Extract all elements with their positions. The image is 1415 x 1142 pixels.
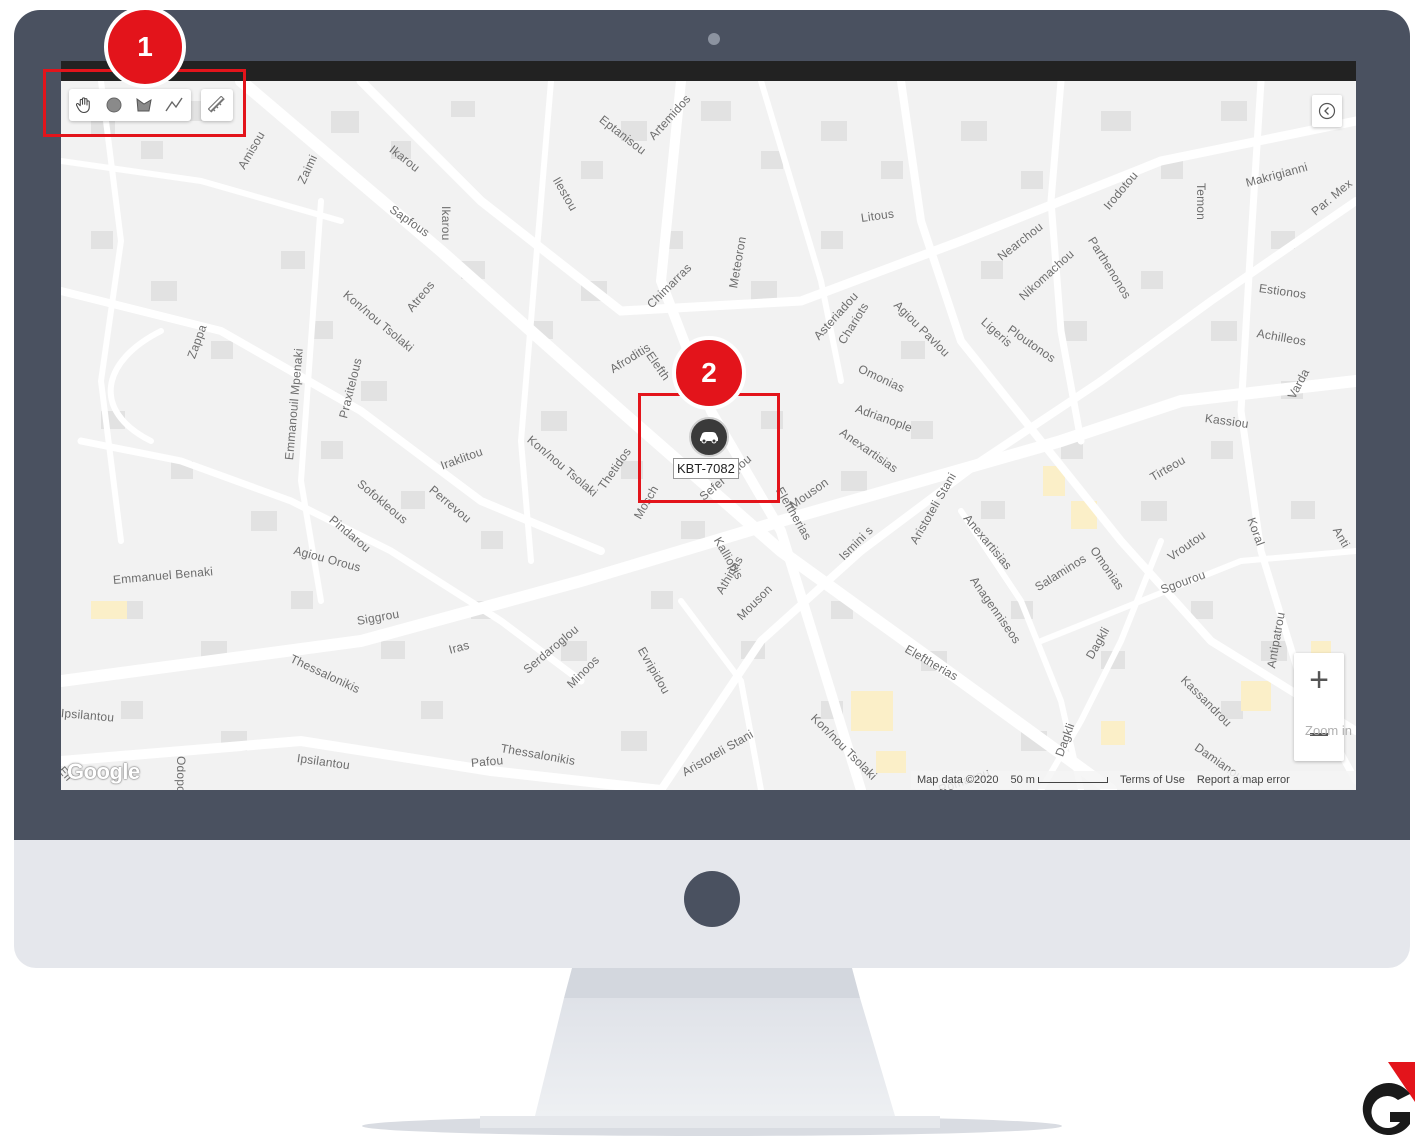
google-logo: Google <box>67 759 140 784</box>
street-label: Ikarou <box>439 206 453 241</box>
annotation-badge-2: 2 <box>672 336 746 410</box>
report-error-link[interactable]: Report a map error <box>1197 774 1290 786</box>
zoom-control: + <box>1294 653 1344 761</box>
monitor-stand <box>362 968 1062 1136</box>
street-label: Temon <box>1194 183 1208 221</box>
annotation-badge-1: 1 <box>104 6 186 88</box>
terms-link[interactable]: Terms of Use <box>1120 774 1185 786</box>
brand-logo <box>1362 1062 1415 1135</box>
chevron-left-icon <box>1318 102 1336 120</box>
scale-bar <box>1038 777 1109 784</box>
street-label: Pafou <box>470 753 504 770</box>
camera-dot <box>708 33 720 45</box>
collapse-panel-button[interactable] <box>1312 95 1342 127</box>
zoom-in-button[interactable]: + <box>1294 653 1344 707</box>
header-bar <box>61 61 1356 81</box>
zoom-tooltip: Zoom in <box>1305 723 1352 738</box>
scale-text: 50 m <box>1010 774 1035 786</box>
street-label: Odopoleos <box>174 756 188 790</box>
map-data-text: Map data ©2020 <box>917 774 999 786</box>
map-attribution: Map data ©2020 50 m Terms of Use Report … <box>911 771 1356 789</box>
monitor-button <box>684 871 740 927</box>
scale-indicator: 50 m <box>1011 774 1109 786</box>
